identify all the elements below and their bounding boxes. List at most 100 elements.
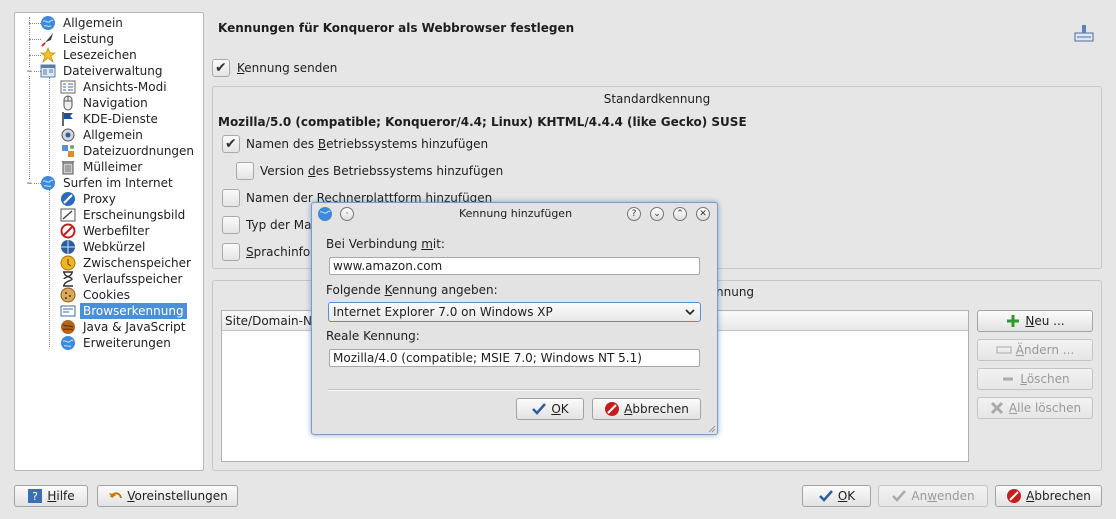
globe-icon [61,336,75,350]
tree-item-label: Mülleimer [83,160,143,174]
minus-icon [1003,377,1014,380]
maximize-button[interactable]: ⌃ [673,207,687,221]
gear-eye-icon [61,128,75,142]
page-title: Kennungen für Konqueror als Webbrowser f… [218,21,575,35]
identification-select[interactable]: Internet Explorer 7.0 on Windows XP [328,302,701,322]
help-icon: ? [28,488,43,503]
column-header-label: Site/Domain-N [225,314,312,328]
language-label: Sprachinfor [246,245,316,259]
delete-all-button[interactable]: Alle löschen [977,397,1093,419]
check-icon [532,402,547,415]
defaults-button[interactable]: Voreinstellungen [97,485,238,507]
collapse-surfen-icon[interactable]: – [25,177,34,188]
appearance-icon [60,208,76,222]
tree-item-label: KDE-Dienste [83,112,158,126]
java-icon [61,320,75,334]
column-header-site-domain[interactable]: Site/Domain-N [222,311,318,331]
tree-item-label: Browserkennung [80,303,187,319]
real-id-field: Mozilla/4.0 (compatible; MSIE 7.0; Windo… [329,349,700,367]
identification-select-value: Internet Explorer 7.0 on Windows XP [333,305,553,319]
delete-button[interactable]: Löschen [977,368,1093,390]
file-associations-icon [62,145,74,157]
tree-item-label: Erweiterungen [83,336,171,350]
close-button[interactable]: ✕ [696,207,710,221]
dialog-ok-button[interactable]: OK [516,398,584,420]
check-icon [892,489,907,502]
minimize-button[interactable]: ⌄ [650,207,664,221]
network-browser-icon [1074,25,1094,42]
checkmark-icon: ✔ [225,136,237,152]
help-title-button[interactable]: ? [627,207,641,221]
tree-item-label: Allgemein [63,16,123,30]
globe-icon [41,176,55,190]
platform-checkbox[interactable] [222,189,240,207]
svg-text:?: ? [32,490,38,503]
globe-icon [41,16,55,30]
tree-item-label: Webkürzel [83,240,146,254]
proxy-icon [61,192,75,206]
connection-input[interactable]: www.amazon.com [329,257,700,275]
ua-string: Mozilla/5.0 (compatible; Konqueror/4.4; … [218,115,747,129]
hourglass-icon [63,271,73,287]
add-id-dialog[interactable]: · Kennung hinzufügen ? ⌄ ⌃ ✕ Bei Verbind… [311,202,718,435]
tree-item-label: Werbefilter [83,224,150,238]
cancel-button[interactable]: Abbrechen [995,485,1102,507]
standard-id-group-title: Standardkennung [603,92,711,106]
file-manager-icon [40,64,56,78]
web-shortcuts-icon [61,240,75,254]
site-specific-group-title: nnung [716,285,755,299]
tree-item-label: Zwischenspeicher [83,256,191,270]
tree-item-label: Navigation [83,96,148,110]
change-button[interactable]: Ändern ... [977,339,1093,361]
new-button[interactable]: Neu ... [977,310,1093,332]
os-version-checkbox[interactable] [236,162,254,180]
tree-item-label: Proxy [83,192,116,206]
send-id-label: Kennung senden [237,61,338,75]
send-id-checkbox[interactable]: ✔ [212,59,230,77]
no-entry-icon [60,223,76,239]
chevron-down-icon [685,309,695,316]
settings-tree[interactable]: – – Allgemein Leistung Lesezeichen Datei… [14,12,204,471]
cancel-icon [605,401,620,416]
os-name-checkbox[interactable]: ✔ [222,135,240,153]
tree-item-label: Java & JavaScript [83,320,186,334]
view-modes-icon [60,80,76,94]
connection-label: Bei Verbindung mit: [326,237,445,251]
dialog-cancel-button[interactable]: Abbrechen [592,398,701,420]
cookie-icon [60,287,76,303]
flag-icon [62,112,73,126]
os-name-label: Namen des Betriebssystems hinzufügen [246,137,489,151]
trash-icon [62,161,74,175]
machine-type-checkbox[interactable] [222,216,240,234]
edit-icon [996,346,1012,353]
tree-item-label: Cookies [83,288,130,302]
mouse-icon [63,95,73,111]
tree-item-label: Ansichts-Modi [83,80,167,94]
tree-item-label: Lesezeichen [63,48,137,62]
os-version-label: Version des Betriebssystems hinzufügen [260,164,504,178]
real-id-label: Reale Kennung: [326,329,420,343]
tree-item-label: Dateiverwaltung [63,64,163,78]
star-icon [40,47,56,63]
rocket-icon [41,33,53,47]
resize-grip-icon[interactable] [706,423,716,433]
tree-item-label: Allgemein [83,128,143,142]
identification-label: Folgende Kennung angeben: [326,283,498,297]
collapse-dateiverwaltung-icon[interactable]: – [25,65,34,76]
tree-item-label: Surfen im Internet [63,176,173,190]
cancel-icon [1007,488,1022,503]
clear-icon [990,401,1003,414]
dialog-separator [328,389,700,391]
machine-type-label: Typ der Mas [246,218,318,232]
tree-item-label: Verlaufsspeicher [83,272,183,286]
tree-item-label: Erscheinungsbild [83,208,186,222]
language-checkbox[interactable] [222,243,240,261]
help-button[interactable]: ? Hilfe [14,485,88,507]
apply-button[interactable]: Anwenden [878,485,988,507]
check-icon [818,489,833,502]
plus-icon [1007,314,1020,327]
checkmark-icon: ✔ [215,60,227,76]
tree-item-label: Leistung [63,32,114,46]
browser-id-icon [60,305,76,317]
ok-button[interactable]: OK [802,485,871,507]
